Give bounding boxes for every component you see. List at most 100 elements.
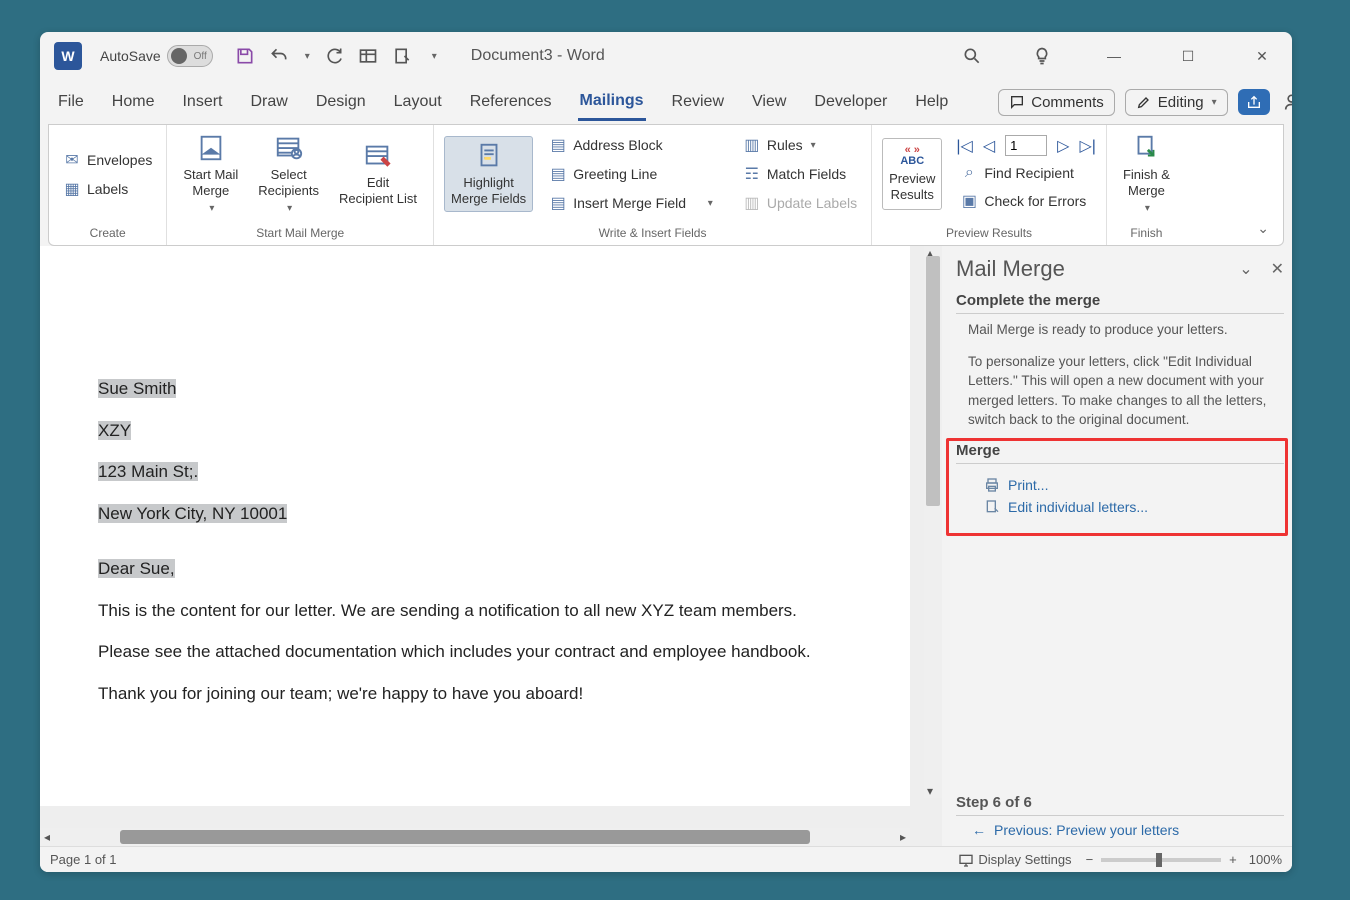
labels-button[interactable]: ▦Labels [59,177,156,201]
save-icon[interactable] [235,46,255,66]
rules-icon: ▥ [743,135,761,155]
document-area[interactable]: Sue Smith XZY 123 Main St;. New York Cit… [40,246,942,846]
paste-icon[interactable] [392,46,412,66]
share-button[interactable] [1238,89,1270,115]
search-icon[interactable] [962,46,982,66]
taskpane-dropdown-icon[interactable]: ⌄ [1239,259,1252,279]
taskpane-close-icon[interactable]: ✕ [1271,259,1284,279]
record-number-input[interactable] [1005,135,1047,156]
scroll-down-icon[interactable]: ▾ [927,784,933,798]
tab-mailings[interactable]: Mailings [578,84,646,121]
vscroll-thumb[interactable] [926,256,940,506]
edit-list-label: Edit Recipient List [339,175,417,206]
body-line-1: This is the content for our letter. We a… [98,598,852,624]
editing-mode-button[interactable]: Editing ▾ [1125,89,1228,116]
greeting-line-button[interactable]: ▤Greeting Line [545,162,717,186]
tab-view[interactable]: View [750,85,788,119]
maximize-button[interactable]: ☐ [1176,48,1200,65]
zoom-percent[interactable]: 100% [1249,852,1282,867]
horizontal-scrollbar[interactable]: ◂ ▸ [40,828,910,846]
edit-recipient-list-button[interactable]: Edit Recipient List [333,137,423,210]
zoom-out-button[interactable]: − [1086,852,1094,867]
preview-results-button[interactable]: « »ABC Preview Results [882,138,942,209]
display-settings-button[interactable]: Display Settings [958,852,1071,868]
tab-insert[interactable]: Insert [180,85,224,119]
tab-design[interactable]: Design [314,85,368,119]
select-recipients-button[interactable]: Select Recipients▾ [252,129,325,218]
autosave-toggle[interactable]: Off [167,45,213,67]
check-label: Check for Errors [984,193,1086,209]
merge-field-salutation: Dear Sue, [98,559,175,578]
display-settings-label: Display Settings [978,852,1071,867]
undo-dropdown-icon[interactable]: ▾ [305,51,310,62]
tab-review[interactable]: Review [670,85,726,119]
table-icon[interactable] [358,46,378,66]
tab-layout[interactable]: Layout [392,85,444,119]
merge-field-street: 123 Main St;. [98,462,198,481]
toggle-knob [171,48,187,64]
ribbon: ✉Envelopes ▦Labels Create Start Mail Mer… [48,124,1284,246]
address-block-button[interactable]: ▤Address Block [545,133,717,157]
find-recipient-button[interactable]: ⌕Find Recipient [956,162,1096,184]
tab-home[interactable]: Home [110,85,157,119]
match-fields-button[interactable]: ☶Match Fields [739,162,861,186]
edit-list-icon [363,141,393,171]
hscroll-thumb[interactable] [120,830,810,844]
check-errors-button[interactable]: ▣Check for Errors [956,189,1096,213]
redo-icon[interactable] [324,46,344,66]
ribbon-group-create: ✉Envelopes ▦Labels Create [49,125,167,245]
finish-merge-button[interactable]: Finish & Merge▾ [1117,129,1176,218]
tab-file[interactable]: File [56,85,86,119]
insert-merge-field-button[interactable]: ▤Insert Merge Field ▾ [545,191,717,215]
close-button[interactable]: ✕ [1250,48,1274,65]
envelopes-button[interactable]: ✉Envelopes [59,148,156,172]
app-window: W AutoSave Off ▾ ▾ [40,32,1292,872]
ribbon-group-start-mail-merge: Start Mail Merge▾ Select Recipients▾ Edi… [167,125,434,245]
scroll-right-icon[interactable]: ▸ [900,830,906,844]
tab-developer[interactable]: Developer [812,85,889,119]
taskpane-title: Mail Merge [956,256,1065,282]
merge-field-city: New York City, NY 10001 [98,504,287,523]
next-record-icon[interactable]: ▷ [1057,136,1069,156]
address-block-label: Address Block [573,137,662,153]
comments-button[interactable]: Comments [998,89,1115,116]
highlight-merge-fields-button[interactable]: Highlight Merge Fields [444,136,533,211]
lightbulb-icon[interactable] [1032,46,1052,66]
step-indicator: Step 6 of 6 [956,794,1284,816]
document-page[interactable]: Sue Smith XZY 123 Main St;. New York Cit… [40,246,910,806]
ribbon-collapse-button[interactable]: ⌄ [1243,220,1283,245]
first-record-icon[interactable]: |◁ [956,136,972,156]
scroll-left-icon[interactable]: ◂ [44,830,50,844]
arrow-left-icon: ← [972,822,986,838]
zoom-slider[interactable] [1101,858,1221,862]
qat-customize-icon[interactable]: ▾ [432,51,437,62]
account-icon[interactable] [1284,92,1292,112]
page-indicator[interactable]: Page 1 of 1 [50,852,117,867]
update-labels-button: ▥Update Labels [739,191,861,215]
find-icon: ⌕ [960,164,978,182]
rules-button[interactable]: ▥Rules▾ [739,133,861,157]
ribbon-tabs: File Home Insert Draw Design Layout Refe… [40,80,1292,124]
undo-icon[interactable] [269,46,289,66]
comment-icon [1009,94,1025,110]
tab-draw[interactable]: Draw [248,85,289,119]
zoom-slider-knob[interactable] [1156,853,1162,867]
start-mail-merge-button[interactable]: Start Mail Merge▾ [177,129,244,218]
highlight-icon [474,141,504,171]
tab-help[interactable]: Help [913,85,950,119]
autosave-control[interactable]: AutoSave Off [100,45,213,67]
last-record-icon[interactable]: ▷| [1079,136,1095,156]
ribbon-group-write-insert: Highlight Merge Fields ▤Address Block ▤G… [434,125,872,245]
zoom-in-button[interactable]: + [1229,852,1237,867]
comments-label: Comments [1031,94,1104,111]
previous-step-link[interactable]: ← Previous: Preview your letters [956,816,1284,840]
minimize-button[interactable]: — [1102,48,1126,64]
tab-references[interactable]: References [468,85,554,119]
title-bar-right: — ☐ ✕ [962,46,1274,66]
highlight-label: Highlight Merge Fields [451,175,526,206]
prev-record-icon[interactable]: ◁ [983,136,995,156]
merge-field-company: XZY [98,421,131,440]
document-title: Document3 - Word [471,47,605,65]
vertical-scrollbar[interactable]: ▴ ▾ [924,246,942,798]
word-icon: W [54,42,82,70]
